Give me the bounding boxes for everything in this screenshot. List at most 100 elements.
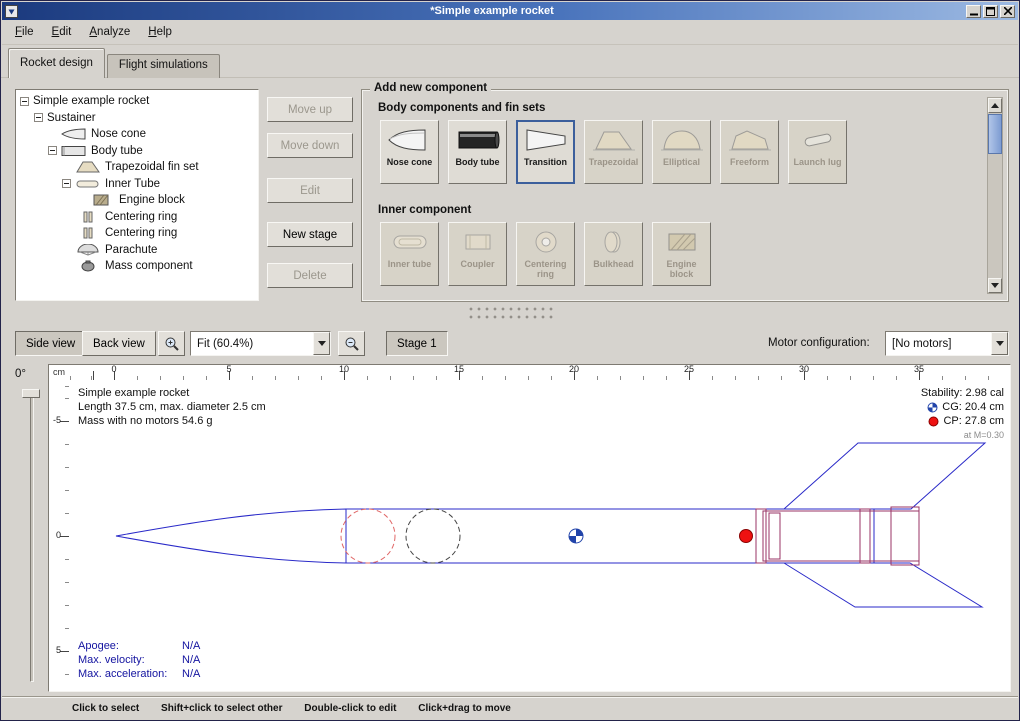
- inner-component-label: Inner component: [378, 204, 471, 216]
- coupler-icon: [455, 226, 501, 258]
- tree-label: Parachute: [105, 244, 157, 256]
- tree-label: Body tube: [91, 145, 143, 157]
- menu-analyze[interactable]: Analyze: [80, 22, 139, 42]
- tree-item-sustainer[interactable]: Sustainer: [16, 110, 258, 127]
- nose-cone-outline[interactable]: [116, 509, 346, 563]
- tree-label: Trapezoidal fin set: [105, 161, 199, 173]
- tree-item-body-tube[interactable]: Body tube: [16, 143, 258, 160]
- add-inner-tube-button[interactable]: Inner tube: [380, 222, 439, 286]
- menu-help[interactable]: Help: [139, 22, 181, 42]
- magnifier-minus-icon: [344, 336, 360, 352]
- tab-flight-simulations[interactable]: Flight simulations: [107, 54, 220, 78]
- tree-item-nose-cone[interactable]: Nose cone: [16, 126, 258, 143]
- collapse-icon[interactable]: [34, 113, 43, 122]
- menu-file[interactable]: File: [6, 22, 43, 42]
- tree-item-mass-component[interactable]: Mass component: [16, 258, 258, 275]
- side-view-button[interactable]: Side view: [15, 331, 86, 356]
- body-components-label: Body components and fin sets: [378, 102, 545, 114]
- chevron-down-icon[interactable]: [313, 332, 330, 355]
- scroll-down-icon[interactable]: [988, 278, 1002, 293]
- collapse-icon[interactable]: [62, 179, 71, 188]
- add-centering-ring-button[interactable]: Centering ring: [516, 222, 575, 286]
- stability-info: Stability: 2.98 cal CG: 20.4 cm CP: 27.8…: [921, 386, 1004, 442]
- tree-item-centering-ring-1[interactable]: Centering ring: [16, 209, 258, 226]
- add-elliptical-fin-button[interactable]: Elliptical: [652, 120, 711, 184]
- ruler-tick-label: 10: [339, 364, 349, 374]
- stage-1-toggle[interactable]: Stage 1: [386, 331, 448, 356]
- ruler-unit: cm: [53, 367, 65, 377]
- apogee-label: Apogee:: [78, 639, 182, 653]
- add-component-title: Add new component: [370, 82, 491, 94]
- tree-item-engine-block[interactable]: Engine block: [16, 192, 258, 209]
- rotation-slider[interactable]: [30, 393, 34, 682]
- centering-ring-icon: [523, 226, 569, 258]
- tree-label: Simple example rocket: [33, 95, 149, 107]
- zoom-select[interactable]: Fit (60.4%): [190, 331, 331, 356]
- add-coupler-button[interactable]: Coupler: [448, 222, 507, 286]
- tree-item-rocket[interactable]: Simple example rocket: [16, 93, 258, 110]
- add-body-tube-button[interactable]: Body tube: [448, 120, 507, 184]
- move-up-button[interactable]: Move up: [267, 97, 353, 122]
- cp-value: CP: 27.8 cm: [943, 414, 1004, 428]
- add-freeform-fin-button[interactable]: Freeform: [720, 120, 779, 184]
- new-stage-button[interactable]: New stage: [267, 222, 353, 247]
- parachute-outline[interactable]: [341, 509, 395, 563]
- fin-upper[interactable]: [784, 443, 985, 509]
- zoom-in-button[interactable]: [158, 331, 185, 356]
- add-trapezoidal-fin-button[interactable]: Trapezoidal: [584, 120, 643, 184]
- close-button[interactable]: [1000, 5, 1015, 18]
- motor-configuration-select[interactable]: [No motors]: [885, 331, 1009, 356]
- edit-button[interactable]: Edit: [267, 178, 353, 203]
- trapezoidal-fin-icon: [591, 124, 637, 156]
- add-nose-cone-button[interactable]: Nose cone: [380, 120, 439, 184]
- rocket-plot[interactable]: Simple example rocket Length 37.5 cm, ma…: [69, 380, 1010, 691]
- rocket-canvas[interactable]: cm 0 5 10 15 20 25 30 35 -5 0 5: [48, 364, 1011, 692]
- component-tree[interactable]: Simple example rocket Sustainer Nose con…: [15, 89, 259, 301]
- tree-item-parachute[interactable]: Parachute: [16, 242, 258, 259]
- maximize-button[interactable]: [983, 5, 998, 18]
- mass-component-outline[interactable]: [406, 509, 460, 563]
- cp-marker[interactable]: [740, 530, 753, 543]
- rocket-dimensions: Length 37.5 cm, max. diameter 2.5 cm: [78, 400, 266, 414]
- move-down-button[interactable]: Move down: [267, 133, 353, 158]
- component-scrollbar[interactable]: [987, 97, 1003, 294]
- add-bulkhead-button[interactable]: Bulkhead: [584, 222, 643, 286]
- add-engine-block-button[interactable]: Engine block: [652, 222, 711, 286]
- chevron-down-icon[interactable]: [991, 332, 1008, 355]
- window-title: *Simple example rocket: [21, 5, 963, 17]
- tab-rocket-design[interactable]: Rocket design: [8, 48, 105, 78]
- rotation-slider-handle[interactable]: [22, 389, 40, 398]
- zoom-out-button[interactable]: [338, 331, 365, 356]
- app-icon: [5, 5, 18, 18]
- collapse-icon[interactable]: [20, 97, 29, 106]
- scroll-up-icon[interactable]: [988, 98, 1002, 113]
- fin-lower[interactable]: [784, 563, 982, 607]
- rocket-name: Simple example rocket: [78, 386, 266, 400]
- titlebar[interactable]: *Simple example rocket: [2, 2, 1018, 20]
- add-launch-lug-button[interactable]: Launch lug: [788, 120, 847, 184]
- ruler-tick-label: 25: [684, 364, 694, 374]
- transition-icon: [523, 124, 569, 156]
- tree-item-centering-ring-2[interactable]: Centering ring: [16, 225, 258, 242]
- delete-button[interactable]: Delete: [267, 263, 353, 288]
- tree-label: Sustainer: [47, 112, 96, 124]
- rocket-info: Simple example rocket Length 37.5 cm, ma…: [78, 386, 266, 428]
- motor-mount-group[interactable]: [756, 507, 919, 565]
- tree-item-fin-set[interactable]: Trapezoidal fin set: [16, 159, 258, 176]
- apogee-value: N/A: [182, 640, 200, 652]
- ruler-tick-label: 5: [56, 645, 61, 655]
- cg-marker[interactable]: [569, 529, 583, 543]
- body-tube-outline[interactable]: [346, 509, 874, 563]
- inner-tube-outline: [763, 511, 919, 561]
- max-acceleration-value: N/A: [182, 668, 200, 680]
- minimize-button[interactable]: [966, 5, 981, 18]
- add-transition-button[interactable]: Transition: [516, 120, 575, 184]
- window-controls: [966, 5, 1015, 18]
- splitter-handle[interactable]: [469, 307, 553, 323]
- menu-edit[interactable]: Edit: [43, 22, 81, 42]
- tree-item-inner-tube[interactable]: Inner Tube: [16, 176, 258, 193]
- collapse-icon[interactable]: [48, 146, 57, 155]
- scrollbar-thumb[interactable]: [988, 114, 1002, 154]
- ruler-tick-label: 15: [454, 364, 464, 374]
- back-view-button[interactable]: Back view: [82, 331, 156, 356]
